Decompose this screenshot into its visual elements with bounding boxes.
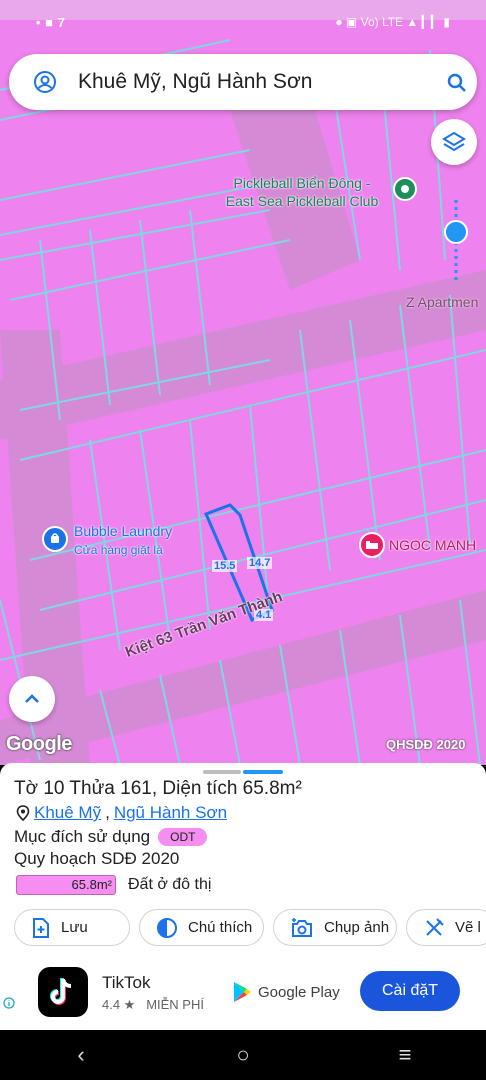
sheet-handle[interactable] [203, 770, 241, 774]
laundry-pin-icon[interactable] [42, 526, 68, 552]
camera-icon [292, 917, 312, 937]
map-view[interactable]: • ■ 7 ● ▣ Vo) LTE ▲ ▎▎ ▮ Khuê Mỹ, Ngũ Hà… [0, 0, 486, 765]
nav-back-button[interactable]: ‹ [51, 1042, 111, 1068]
layers-button[interactable] [431, 119, 477, 165]
nav-home-button[interactable]: ○ [213, 1042, 273, 1068]
search-query[interactable]: Khuê Mỹ, Ngũ Hành Sơn [78, 70, 312, 94]
add-note-icon [33, 917, 49, 938]
plan-label: Quy hoạch SDĐ 2020 [14, 849, 180, 868]
action-chips: Lưu Chú thích Chụp ảnh Vẽ l [14, 909, 486, 946]
legend-label: Chú thích [188, 919, 253, 936]
draw-button[interactable]: Vẽ l [406, 909, 486, 946]
ad-rating: 4.4 ★ [102, 997, 136, 1012]
system-nav-bar: ‹ ○ ≡ [0, 1030, 486, 1080]
save-button[interactable]: Lưu [14, 909, 130, 946]
layers-icon [442, 131, 466, 152]
expand-up-button[interactable] [9, 676, 55, 722]
ad-app-meta: 4.4 ★ MIỄN PHÍ [102, 997, 204, 1013]
status-bar: • ■ 7 ● ▣ Vo) LTE ▲ ▎▎ ▮ [0, 0, 486, 44]
poi-pickleball-label[interactable]: Pickleball Biển Đông - East Sea Pickleba… [214, 174, 390, 210]
ward-link[interactable]: Khuê Mỹ [34, 803, 101, 823]
sheet-handle-active[interactable] [243, 770, 283, 774]
search-icon[interactable] [445, 71, 469, 95]
draw-label: Vẽ l [455, 919, 481, 936]
map-pin-icon[interactable] [393, 177, 417, 201]
hotel-pin-icon[interactable] [359, 532, 385, 558]
search-bar[interactable]: Khuê Mỹ, Ngũ Hành Sơn [9, 54, 477, 110]
google-play-badge[interactable]: Google Play [232, 981, 340, 1003]
tiktok-logo-icon [50, 978, 72, 1005]
map-layer-badge: QHSDĐ 2020 [386, 737, 466, 752]
ad-app-name[interactable]: TikTok [102, 973, 151, 993]
district-link[interactable]: Ngũ Hành Sơn [114, 803, 227, 823]
purpose-code-badge: ODT [158, 828, 208, 846]
location-row: Khuê Mỹ, Ngũ Hành Sơn [16, 803, 227, 823]
save-label: Lưu [61, 919, 88, 936]
account-icon[interactable] [33, 70, 57, 94]
parcel-info-sheet[interactable]: Tờ 10 Thửa 161, Diện tích 65.8m² Khuê Mỹ… [0, 763, 486, 965]
google-logo: Google [6, 733, 72, 755]
status-icons: ● ▣ Vo) LTE ▲ ▎▎ ▮ [335, 15, 450, 29]
google-play-icon [234, 982, 251, 1002]
location-separator: , [105, 803, 110, 822]
area-row: 65.8m² Đất ở đô thị [16, 875, 211, 895]
ad-banner[interactable]: TikTok 4.4 ★ MIỄN PHÍ Google Play Cài đặ… [0, 965, 486, 1030]
legend-button[interactable]: Chú thích [139, 909, 264, 946]
location-pin-icon [16, 805, 30, 821]
chevron-up-icon [25, 694, 39, 703]
purpose-label: Mục đích sử dụng [14, 827, 151, 846]
opacity-slider-knob[interactable] [444, 220, 468, 244]
install-button[interactable]: Cài đặT [360, 971, 460, 1011]
purpose-row: Mục đích sử dụng ODT [14, 827, 208, 847]
capture-label: Chụp ảnh [324, 919, 390, 936]
draw-icon [426, 917, 444, 936]
tiktok-app-icon[interactable] [38, 967, 88, 1017]
area-value-bar: 65.8m² [16, 875, 116, 895]
status-time: • ■ 7 [36, 14, 66, 30]
area-type-label: Đất ở đô thị [128, 876, 212, 893]
capture-button[interactable]: Chụp ảnh [273, 909, 397, 946]
ad-price: MIỄN PHÍ [146, 997, 204, 1012]
poi-hotel-label[interactable]: NGOC MANH [389, 537, 476, 553]
parcel-title: Tờ 10 Thửa 161, Diện tích 65.8m² [14, 778, 302, 799]
dimension-right: 14.7 [247, 557, 273, 569]
dimension-left: 15.5 [212, 560, 238, 572]
ad-info-icon[interactable] [3, 997, 15, 1009]
nav-recents-button[interactable]: ≡ [375, 1042, 435, 1068]
map-canvas[interactable] [0, 0, 486, 765]
google-play-label: Google Play [258, 983, 340, 1001]
poi-laundry-sublabel: Cửa hàng giặt là [74, 543, 163, 557]
poi-laundry-label[interactable]: Bubble Laundry [74, 523, 172, 539]
poi-z-apartment-label[interactable]: Z Apartmen [406, 294, 478, 310]
legend-icon [157, 917, 177, 938]
